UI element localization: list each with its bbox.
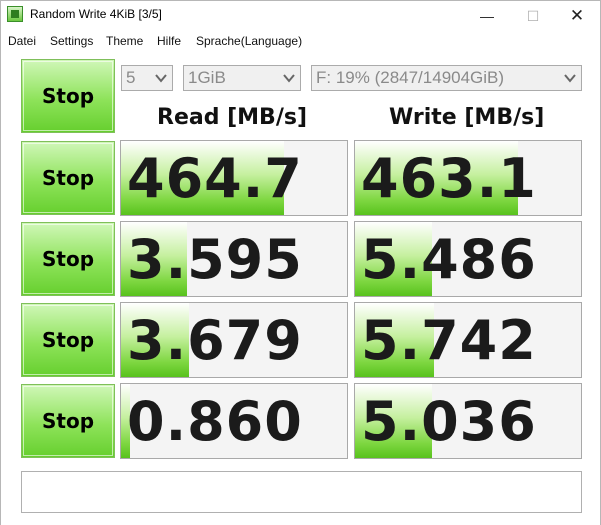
test-2-read-cell: 3.595	[120, 221, 348, 297]
test-1-stop-button[interactable]: Stop	[21, 141, 115, 215]
test-1-write-value: 463.1	[361, 147, 537, 210]
chevron-down-icon	[155, 74, 167, 83]
all-stop-button[interactable]: Stop	[21, 59, 115, 133]
test-3-write-value: 5.742	[361, 309, 537, 372]
menu-language[interactable]: Sprache(Language)	[196, 34, 302, 48]
chevron-down-icon	[283, 74, 295, 83]
drive-value: F: 19% (2847/14904GiB)	[316, 68, 505, 87]
menu-settings[interactable]: Settings	[50, 34, 93, 48]
test-3-read-value: 3.679	[127, 309, 303, 372]
comment-input[interactable]	[21, 471, 582, 513]
test-1-read-cell: 464.7	[120, 140, 348, 216]
test-4-stop-button[interactable]: Stop	[21, 384, 115, 458]
minimize-button[interactable]: —	[464, 1, 510, 31]
write-column-header: Write [MB/s]	[389, 105, 545, 130]
test-count-value: 5	[126, 68, 136, 87]
menu-file[interactable]: Datei	[8, 34, 36, 48]
test-2-read-value: 3.595	[127, 228, 303, 291]
menu-help[interactable]: Hilfe	[157, 34, 181, 48]
app-icon	[7, 6, 23, 22]
test-1-read-value: 464.7	[127, 147, 303, 210]
test-size-value: 1GiB	[188, 68, 226, 87]
title-bar[interactable]: Random Write 4KiB [3/5] — ☐ ✕	[1, 1, 600, 31]
test-3-write-cell: 5.742	[354, 302, 582, 378]
test-3-stop-button[interactable]: Stop	[21, 303, 115, 377]
window-title: Random Write 4KiB [3/5]	[30, 7, 162, 21]
test-4-write-value: 5.036	[361, 390, 537, 453]
menu-bar: Datei Settings Theme Hilfe Sprache(Langu…	[1, 31, 600, 51]
test-4-read-cell: 0.860	[120, 383, 348, 459]
close-button[interactable]: ✕	[554, 1, 600, 31]
test-count-select[interactable]: 5	[121, 65, 173, 91]
test-3-read-cell: 3.679	[120, 302, 348, 378]
menu-theme[interactable]: Theme	[106, 34, 143, 48]
test-4-read-value: 0.860	[127, 390, 303, 453]
test-size-select[interactable]: 1GiB	[183, 65, 301, 91]
maximize-button[interactable]: ☐	[510, 1, 556, 31]
test-2-write-cell: 5.486	[354, 221, 582, 297]
test-2-write-value: 5.486	[361, 228, 537, 291]
test-4-write-cell: 5.036	[354, 383, 582, 459]
read-column-header: Read [MB/s]	[157, 105, 308, 130]
chevron-down-icon	[564, 74, 576, 83]
test-2-stop-button[interactable]: Stop	[21, 222, 115, 296]
test-1-write-cell: 463.1	[354, 140, 582, 216]
app-window: Random Write 4KiB [3/5] — ☐ ✕ Datei Sett…	[0, 0, 601, 525]
drive-select[interactable]: F: 19% (2847/14904GiB)	[311, 65, 582, 91]
